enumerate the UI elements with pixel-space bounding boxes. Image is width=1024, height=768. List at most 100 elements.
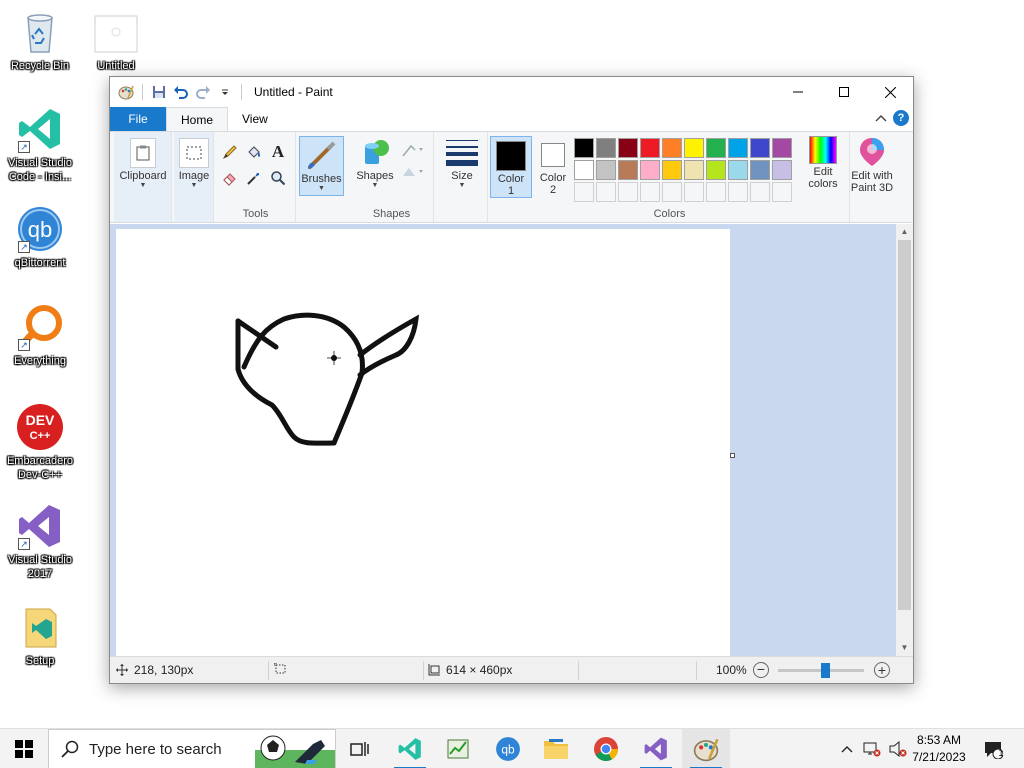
- outline-icon[interactable]: [400, 140, 426, 160]
- fill-icon[interactable]: [400, 162, 426, 182]
- zoom-slider-thumb[interactable]: [821, 663, 831, 678]
- zoom-out-button[interactable]: −: [753, 662, 769, 678]
- customize-qat-chevron-icon[interactable]: [217, 84, 233, 100]
- taskbar-vscode-insiders[interactable]: [386, 729, 434, 768]
- palette-swatch[interactable]: [574, 138, 594, 158]
- text-tool-icon[interactable]: A: [268, 142, 288, 162]
- taskbar-task-manager[interactable]: [434, 729, 482, 768]
- zoom-in-button[interactable]: +: [874, 662, 890, 678]
- palette-swatch[interactable]: [684, 138, 704, 158]
- save-icon[interactable]: [151, 84, 167, 100]
- undo-icon[interactable]: [173, 84, 189, 100]
- palette-swatch[interactable]: [574, 160, 594, 180]
- desktop-icon-visual-studio[interactable]: ↗ Visual Studio 2017: [0, 502, 80, 581]
- palette-swatch[interactable]: [728, 138, 748, 158]
- minimize-button[interactable]: [775, 77, 821, 107]
- vscode-insiders-icon: ↗: [16, 105, 64, 153]
- qbittorrent-icon: qb: [496, 737, 520, 761]
- scroll-down-arrow-icon[interactable]: ▼: [896, 640, 913, 656]
- color2-button[interactable]: Color 2: [534, 136, 572, 196]
- color1-button[interactable]: Color 1: [490, 136, 532, 198]
- resize-handle-right[interactable]: [730, 453, 735, 458]
- palette-swatch[interactable]: [662, 160, 682, 180]
- zoom-slider[interactable]: [778, 663, 864, 678]
- help-icon[interactable]: ?: [893, 110, 909, 126]
- palette-swatch[interactable]: [596, 138, 616, 158]
- clipboard-button[interactable]: Clipboard ▼: [116, 138, 170, 190]
- desktop-icon-label: Embarcadero Dev-C++: [6, 455, 74, 481]
- start-button[interactable]: [0, 729, 48, 768]
- magnifier-icon[interactable]: [268, 168, 288, 188]
- pencil-tool-icon[interactable]: [220, 142, 240, 162]
- group-label-tools: Tools: [242, 208, 269, 220]
- action-center-button[interactable]: 1: [980, 729, 1006, 768]
- edit-colors-button[interactable]: Edit colors: [798, 136, 848, 190]
- scrollbar-thumb[interactable]: [898, 240, 911, 610]
- custom-color-slot: [574, 182, 594, 202]
- desktop-icon-recycle-bin[interactable]: Recycle Bin: [0, 8, 80, 73]
- edit-with-paint3d-button[interactable]: Edit with Paint 3D: [844, 136, 900, 194]
- redo-icon[interactable]: [195, 84, 211, 100]
- taskbar-search-box[interactable]: Type here to search: [48, 729, 336, 768]
- taskbar-file-explorer[interactable]: [532, 729, 580, 768]
- maximize-button[interactable]: [821, 77, 867, 107]
- palette-swatch[interactable]: [684, 160, 704, 180]
- taskbar-chrome[interactable]: [582, 729, 630, 768]
- desktop-icon-setup[interactable]: Setup: [0, 603, 80, 668]
- status-divider: [578, 661, 579, 680]
- close-icon: [884, 86, 896, 98]
- chevron-down-icon: ▼: [139, 182, 147, 189]
- shortcut-arrow-icon: ↗: [18, 538, 30, 550]
- image-button[interactable]: Image ▼: [174, 138, 214, 190]
- taskbar-clock[interactable]: 8:53 AM 7/21/2023: [904, 732, 974, 766]
- custom-color-slot: [684, 182, 704, 202]
- custom-color-slot: [640, 182, 660, 202]
- palette-swatch[interactable]: [596, 160, 616, 180]
- taskbar-visual-studio[interactable]: [632, 729, 680, 768]
- scroll-up-arrow-icon[interactable]: ▲: [896, 224, 913, 240]
- shapes-icon: [359, 136, 391, 168]
- desktop-icon-untitled[interactable]: Untitled: [76, 8, 156, 73]
- desktop-icon-everything[interactable]: ↗ Everything: [0, 303, 80, 368]
- tab-home[interactable]: Home: [166, 107, 229, 131]
- cursor-position: 218, 130px: [116, 663, 193, 677]
- brushes-button[interactable]: Brushes ▼: [299, 136, 344, 196]
- size-button[interactable]: Size ▼: [440, 138, 484, 190]
- edit-colors-icon: [809, 136, 837, 164]
- palette-swatch[interactable]: [706, 138, 726, 158]
- folder-icon: [544, 739, 568, 759]
- show-hidden-icons-button[interactable]: [838, 729, 856, 768]
- palette-swatch[interactable]: [728, 160, 748, 180]
- fill-bucket-icon[interactable]: [244, 142, 264, 162]
- drawing-canvas[interactable]: [116, 229, 730, 656]
- palette-swatch[interactable]: [640, 138, 660, 158]
- network-button[interactable]: [860, 729, 884, 768]
- vertical-scrollbar[interactable]: ▲ ▼: [896, 224, 913, 656]
- palette-swatch[interactable]: [772, 160, 792, 180]
- shapes-button[interactable]: Shapes ▼: [354, 136, 396, 190]
- eraser-tool-icon[interactable]: [220, 168, 240, 188]
- tab-file[interactable]: File: [110, 107, 166, 131]
- paint-app-icon[interactable]: [118, 84, 134, 100]
- task-view-button[interactable]: [336, 729, 384, 768]
- palette-swatch[interactable]: [750, 160, 770, 180]
- palette-swatch[interactable]: [618, 138, 638, 158]
- palette-swatch[interactable]: [706, 160, 726, 180]
- color-picker-icon[interactable]: [244, 168, 264, 188]
- palette-swatch[interactable]: [618, 160, 638, 180]
- taskbar-paint[interactable]: [682, 729, 730, 768]
- close-button[interactable]: [867, 77, 913, 107]
- tab-view[interactable]: View: [228, 107, 282, 131]
- paint3d-icon: [858, 136, 886, 168]
- palette-swatch[interactable]: [640, 160, 660, 180]
- palette-swatch[interactable]: [662, 138, 682, 158]
- desktop-icon-devcpp[interactable]: DEV C++ Embarcadero Dev-C++: [0, 403, 80, 482]
- collapse-ribbon-chevron-icon[interactable]: [875, 113, 887, 123]
- desktop-icon-qbittorrent[interactable]: qb ↗ qBittorrent: [0, 205, 80, 270]
- line-size-icon: [446, 138, 478, 168]
- palette-swatch[interactable]: [772, 138, 792, 158]
- desktop-icon-vscode-insiders[interactable]: ↗ Visual Studio Code - Insi...: [0, 105, 80, 184]
- taskbar-qbittorrent[interactable]: qb: [484, 729, 532, 768]
- title-bar[interactable]: Untitled - Paint: [110, 77, 913, 107]
- palette-swatch[interactable]: [750, 138, 770, 158]
